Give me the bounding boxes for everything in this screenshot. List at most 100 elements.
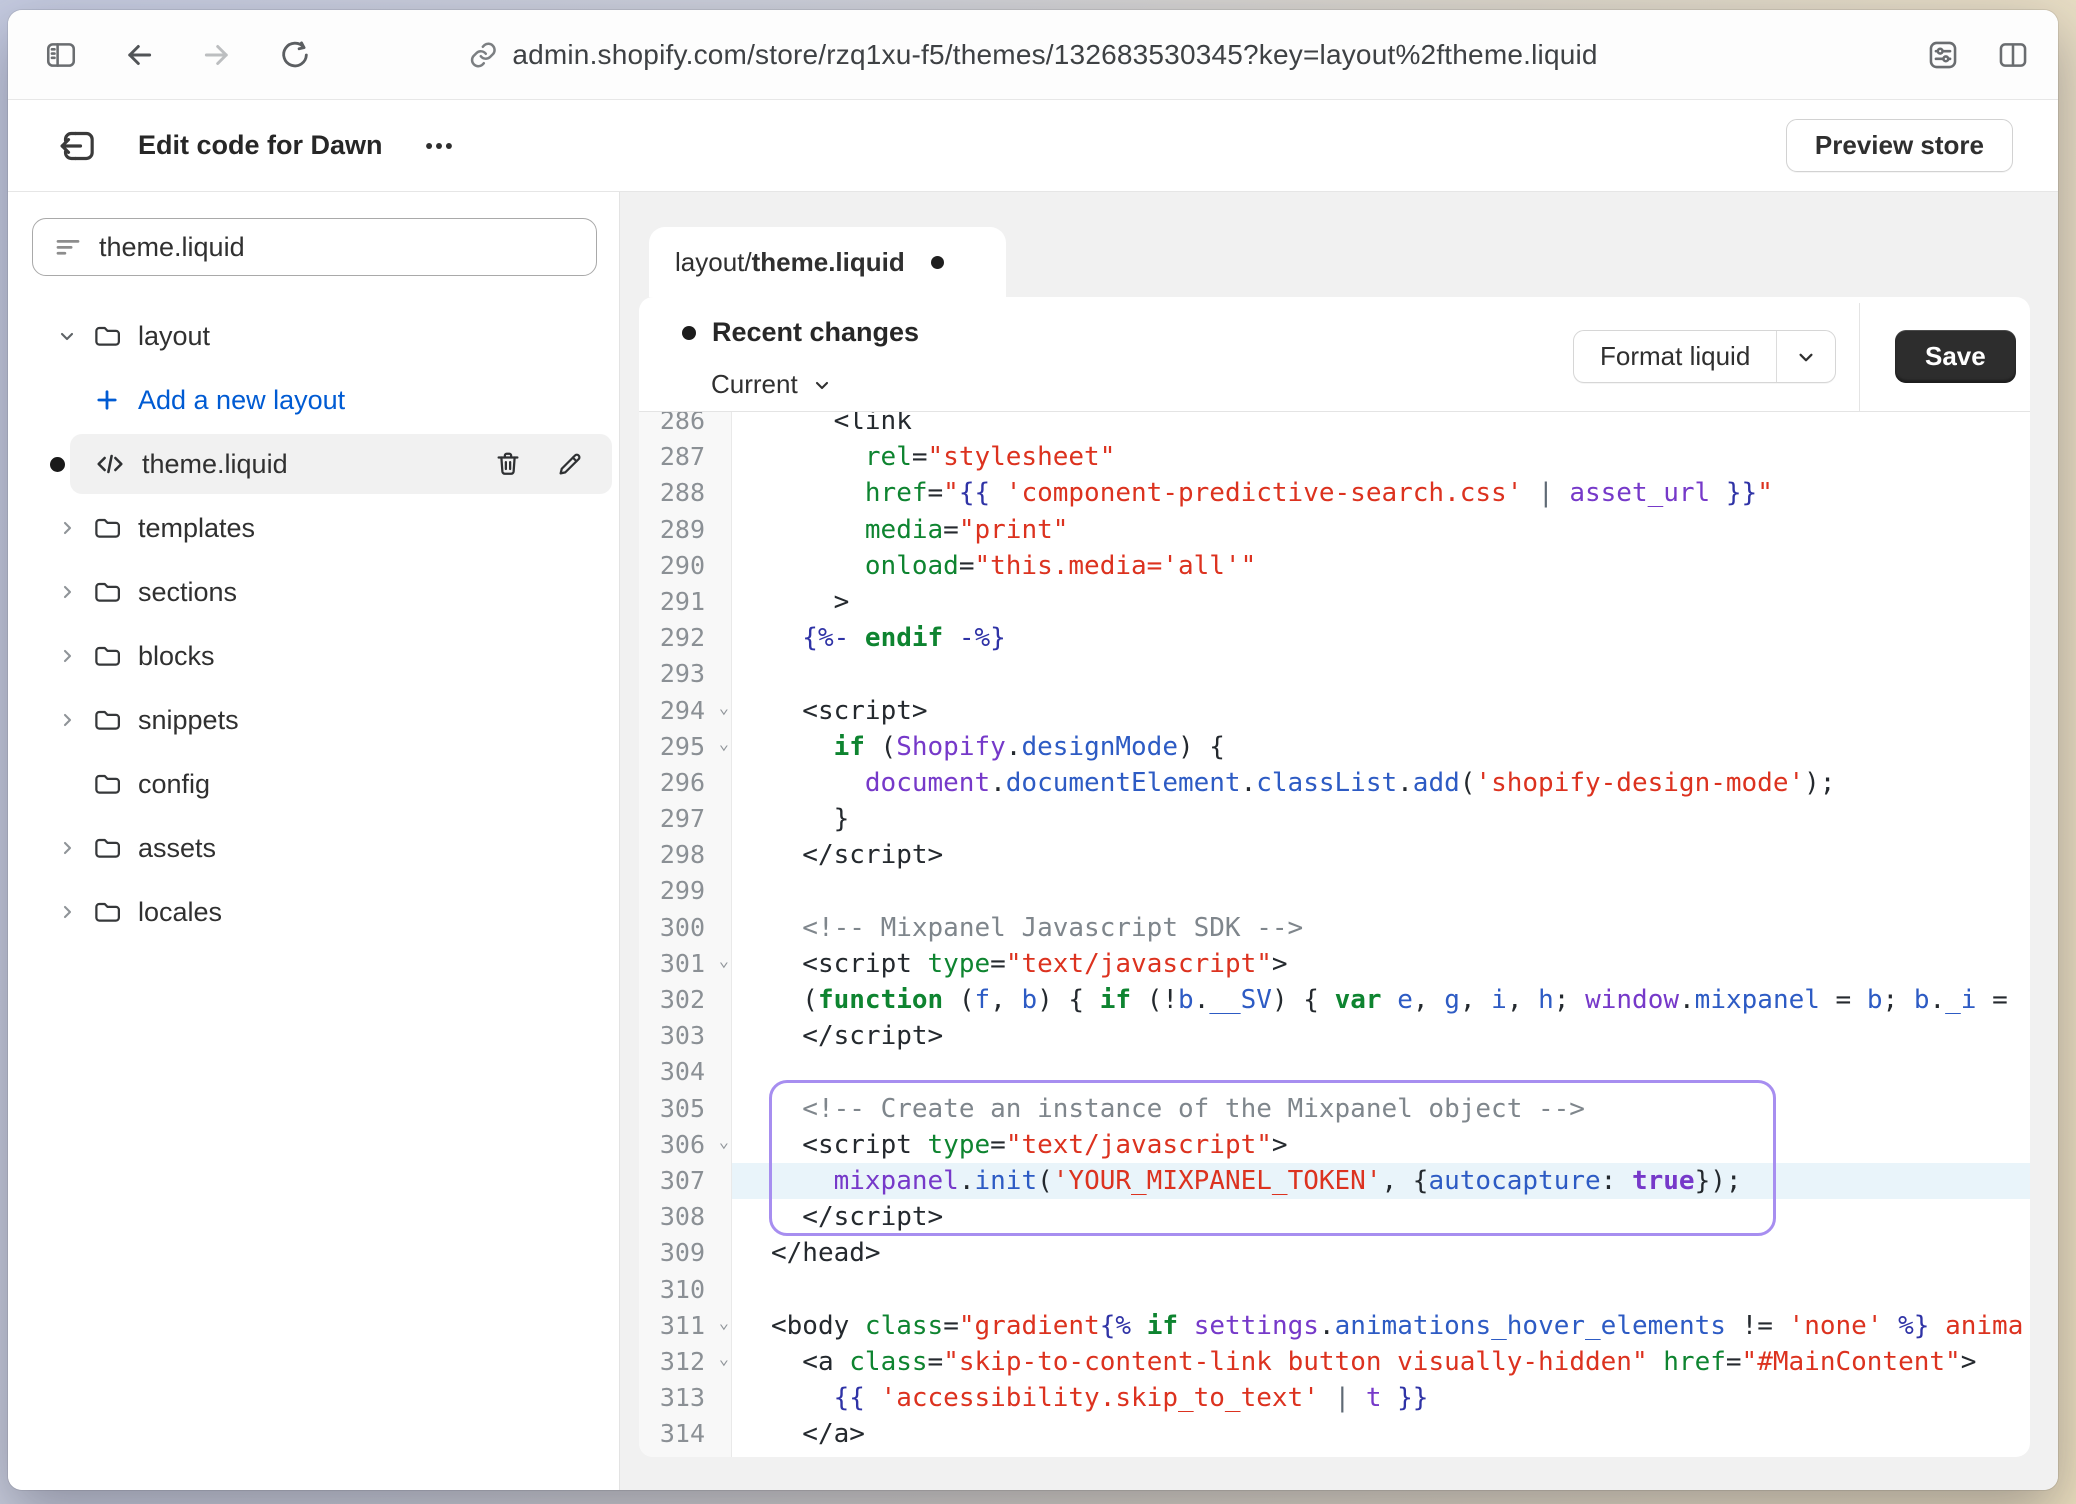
code-line-286[interactable]: 286<link xyxy=(639,412,2030,439)
line-number: 293 xyxy=(639,656,732,692)
tree-item-locales[interactable]: locales xyxy=(8,880,619,944)
code-line-294[interactable]: 294⌄<script> xyxy=(639,693,2030,729)
preview-store-button[interactable]: Preview store xyxy=(1786,119,2013,172)
code-line-305[interactable]: 305<!-- Create an instance of the Mixpan… xyxy=(639,1091,2030,1127)
line-number: 291 xyxy=(639,584,732,620)
fold-icon[interactable]: ⌄ xyxy=(719,736,729,753)
code-line-306[interactable]: 306⌄<script type="text/javascript"> xyxy=(639,1127,2030,1163)
code-line-296[interactable]: 296document.documentElement.classList.ad… xyxy=(639,765,2030,801)
forward-icon[interactable] xyxy=(200,38,234,72)
tree-item-theme.liquid[interactable]: theme.liquid xyxy=(8,432,619,496)
code-line-302[interactable]: 302(function (f, b) { if (!b.__SV) { var… xyxy=(639,982,2030,1018)
code-line-300[interactable]: 300<!-- Mixpanel Javascript SDK --> xyxy=(639,910,2030,946)
chevron-right-icon[interactable] xyxy=(52,516,82,540)
selected-file-pill[interactable]: theme.liquid xyxy=(70,434,612,494)
tree-item-blocks[interactable]: blocks xyxy=(8,624,619,688)
folder-icon xyxy=(90,513,124,543)
code-line-297[interactable]: 297} xyxy=(639,801,2030,837)
line-number: 289 xyxy=(639,512,732,548)
split-view-icon[interactable] xyxy=(1996,38,2030,72)
sidebar-toggle-icon[interactable] xyxy=(44,38,78,72)
version-dropdown[interactable]: Current xyxy=(711,369,834,400)
code-line-288[interactable]: 288href="{{ 'component-predictive-search… xyxy=(639,475,2030,511)
more-menu-icon[interactable] xyxy=(417,126,461,166)
code-text: <a class="skip-to-content-link button vi… xyxy=(732,1344,2030,1380)
code-line-289[interactable]: 289media="print" xyxy=(639,512,2030,548)
code-line-287[interactable]: 287rel="stylesheet" xyxy=(639,439,2030,475)
code-line-311[interactable]: 311⌄<body class="gradient{% if settings.… xyxy=(639,1308,2030,1344)
line-number: 296 xyxy=(639,765,732,801)
back-icon[interactable] xyxy=(122,38,156,72)
save-button[interactable]: Save xyxy=(1895,330,2016,383)
chevron-right-icon[interactable] xyxy=(52,900,82,924)
tree-item-snippets[interactable]: snippets xyxy=(8,688,619,752)
code-line-308[interactable]: 308</script> xyxy=(639,1199,2030,1235)
trash-icon[interactable] xyxy=(490,446,526,482)
code-line-312[interactable]: 312⌄<a class="skip-to-content-link butto… xyxy=(639,1344,2030,1380)
chevron-right-icon[interactable] xyxy=(52,708,82,732)
line-number: 308 xyxy=(639,1199,732,1235)
line-number: 305 xyxy=(639,1091,732,1127)
tree-item-label: blocks xyxy=(138,641,215,672)
fold-icon[interactable]: ⌄ xyxy=(719,1315,729,1332)
line-number: 312⌄ xyxy=(639,1344,732,1380)
fold-icon[interactable]: ⌄ xyxy=(719,700,729,717)
fold-icon[interactable]: ⌄ xyxy=(719,1134,729,1151)
code-line-309[interactable]: 309</head> xyxy=(639,1235,2030,1271)
line-number: 314 xyxy=(639,1416,732,1452)
reload-icon[interactable] xyxy=(278,38,312,72)
tree-item-templates[interactable]: templates xyxy=(8,496,619,560)
chevron-right-icon[interactable] xyxy=(52,580,82,604)
folder-icon xyxy=(90,897,124,927)
line-number: 297 xyxy=(639,801,732,837)
code-text: <body class="gradient{% if settings.anim… xyxy=(732,1308,2030,1344)
line-number: 302 xyxy=(639,982,732,1018)
code-text: </script> xyxy=(732,1018,2030,1054)
chevron-right-icon[interactable] xyxy=(52,836,82,860)
line-number: 300 xyxy=(639,910,732,946)
fold-icon[interactable]: ⌄ xyxy=(719,1351,729,1368)
tree-item-label: locales xyxy=(138,897,222,928)
code-editor[interactable]: 286<link287rel="stylesheet"288href="{{ '… xyxy=(639,412,2030,1457)
page-settings-icon[interactable] xyxy=(1926,38,1960,72)
code-line-301[interactable]: 301⌄<script type="text/javascript"> xyxy=(639,946,2030,982)
format-options-caret[interactable] xyxy=(1777,331,1835,382)
chevron-down-icon xyxy=(1793,344,1819,370)
tree-item-sections[interactable]: sections xyxy=(8,560,619,624)
code-line-307[interactable]: 307mixpanel.init('YOUR_MIXPANEL_TOKEN', … xyxy=(639,1163,2030,1199)
format-liquid-button[interactable]: Format liquid xyxy=(1573,330,1836,383)
tree-item-layout[interactable]: layout xyxy=(8,304,619,368)
folder-icon xyxy=(90,705,124,735)
code-line-291[interactable]: 291> xyxy=(639,584,2030,620)
tab-path: layout/ xyxy=(675,247,752,278)
pencil-icon[interactable] xyxy=(552,446,588,482)
unsaved-dot-icon xyxy=(931,256,944,269)
code-line-292[interactable]: 292{%- endif -%} xyxy=(639,620,2030,656)
tab-theme-liquid[interactable]: layout/theme.liquid xyxy=(649,227,1006,297)
code-line-313[interactable]: 313{{ 'accessibility.skip_to_text' | t }… xyxy=(639,1380,2030,1416)
file-search[interactable] xyxy=(32,218,597,276)
fold-icon[interactable]: ⌄ xyxy=(719,953,729,970)
code-line-295[interactable]: 295⌄if (Shopify.designMode) { xyxy=(639,729,2030,765)
code-line-299[interactable]: 299 xyxy=(639,873,2030,909)
code-line-293[interactable]: 293 xyxy=(639,656,2030,692)
tree-item-assets[interactable]: assets xyxy=(8,816,619,880)
line-number: 306⌄ xyxy=(639,1127,732,1163)
tree-item-label: config xyxy=(138,769,210,800)
chevron-right-icon[interactable] xyxy=(52,644,82,668)
code-line-310[interactable]: 310 xyxy=(639,1272,2030,1308)
code-line-303[interactable]: 303</script> xyxy=(639,1018,2030,1054)
tree-item-config[interactable]: config xyxy=(8,752,619,816)
add-new-layout-link[interactable]: Add a new layout xyxy=(8,368,619,432)
code-line-290[interactable]: 290onload="this.media='all'" xyxy=(639,548,2030,584)
chevron-down-icon[interactable] xyxy=(52,324,82,348)
search-input[interactable] xyxy=(99,232,576,263)
line-number: 295⌄ xyxy=(639,729,732,765)
exit-editor-icon[interactable] xyxy=(56,124,100,168)
code-line-304[interactable]: 304 xyxy=(639,1054,2030,1090)
folder-icon xyxy=(90,769,124,799)
code-line-298[interactable]: 298</script> xyxy=(639,837,2030,873)
address-bar[interactable]: admin.shopify.com/store/rzq1xu-f5/themes… xyxy=(468,39,1597,71)
code-line-314[interactable]: 314</a> xyxy=(639,1416,2030,1452)
plus-icon xyxy=(90,386,124,414)
